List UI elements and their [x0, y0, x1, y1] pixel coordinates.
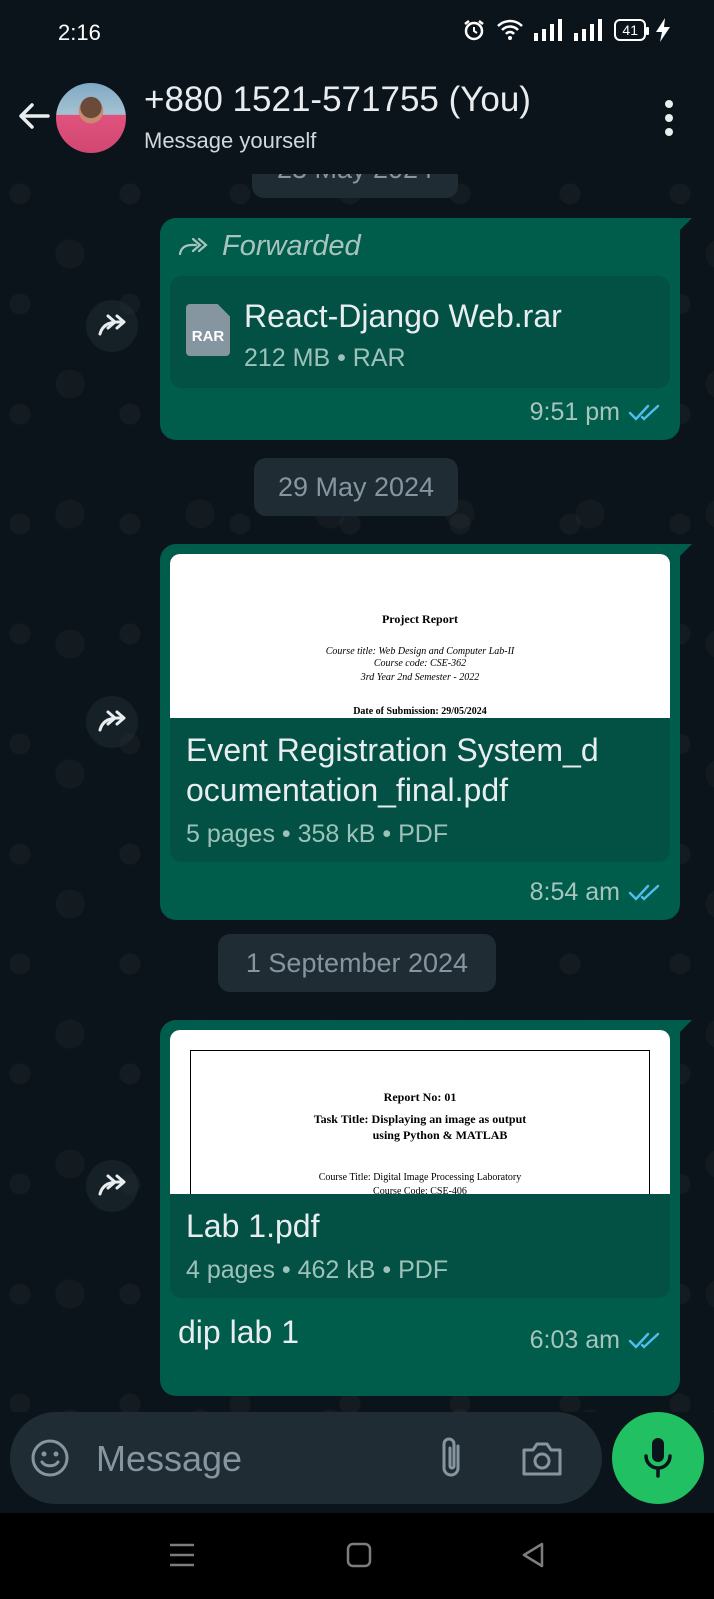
status-bar: 2:16 41 — [0, 0, 714, 66]
message-time: 6:03 am — [530, 1326, 662, 1355]
date-separator: 1 September 2024 — [218, 934, 496, 992]
forward-button[interactable] — [86, 696, 138, 748]
read-receipt-icon — [628, 884, 660, 901]
signal-icon — [534, 19, 563, 41]
rar-file-icon: RAR — [186, 304, 230, 356]
back-nav-icon[interactable] — [520, 1541, 546, 1569]
read-receipt-icon — [628, 1332, 660, 1349]
file-meta: 5 pages • 358 kB • PDF — [186, 820, 449, 848]
forward-icon — [98, 314, 126, 336]
message-time: 9:51 pm — [530, 398, 662, 427]
file-name: React-Django Web.rar — [244, 298, 562, 334]
forward-button[interactable] — [86, 1160, 138, 1212]
contact-name[interactable]: +880 1521-571755 (You) — [144, 80, 531, 120]
forward-icon — [98, 1174, 126, 1196]
document-card[interactable]: Event Registration System_d ocumentation… — [170, 718, 670, 862]
status-icons: 41 — [462, 18, 670, 42]
home-icon[interactable] — [346, 1541, 372, 1569]
recent-apps-icon[interactable] — [168, 1541, 196, 1569]
file-name-line1: Event Registration System_d — [186, 732, 599, 768]
message-bubble[interactable]: Report No: 01 Task Title: Displaying an … — [160, 1020, 692, 1396]
alarm-icon — [464, 20, 485, 41]
date-separator-partial: 23 May 2024 — [252, 174, 458, 198]
camera-icon[interactable] — [520, 1438, 564, 1478]
contact-subtitle[interactable]: Message yourself — [144, 128, 316, 154]
more-options-icon[interactable] — [664, 100, 674, 136]
document-card[interactable]: Lab 1.pdf 4 pages • 462 kB • PDF — [170, 1194, 670, 1298]
status-time: 2:16 — [58, 20, 101, 45]
message-time: 8:54 am — [530, 878, 662, 907]
charging-icon — [656, 18, 670, 42]
file-meta: 212 MB • RAR — [244, 344, 406, 372]
attach-icon[interactable] — [436, 1434, 468, 1482]
file-name-line2: ocumentation_final.pdf — [186, 772, 508, 808]
document-preview[interactable]: Report No: 01 Task Title: Displaying an … — [170, 1030, 670, 1194]
message-caption: dip lab 1 — [178, 1314, 299, 1350]
document-preview[interactable]: Project Report Course title: Web Design … — [170, 554, 670, 718]
chat-area[interactable]: 23 May 2024 Forwarded RAR React-Django W… — [0, 174, 714, 1412]
system-navigation-bar — [0, 1513, 714, 1599]
voice-message-button[interactable] — [612, 1412, 704, 1504]
battery-indicator: 41 — [614, 19, 649, 41]
chat-header: +880 1521-571755 (You) Message yourself — [0, 66, 714, 174]
forwarded-icon — [178, 237, 208, 255]
message-input-bar[interactable]: Message — [10, 1412, 602, 1504]
forward-button[interactable] — [86, 300, 138, 352]
message-input[interactable]: Message — [96, 1438, 242, 1480]
document-card[interactable]: RAR React-Django Web.rar 212 MB • RAR — [170, 276, 670, 388]
read-receipt-icon — [628, 404, 660, 421]
forward-icon — [98, 710, 126, 732]
microphone-icon — [644, 1438, 672, 1478]
forwarded-label: Forwarded — [178, 230, 361, 263]
emoji-icon[interactable] — [30, 1438, 70, 1478]
message-bubble[interactable]: Project Report Course title: Web Design … — [160, 544, 692, 920]
signal-icon-2 — [574, 19, 603, 41]
back-arrow-icon[interactable] — [14, 96, 54, 136]
message-bubble[interactable]: Forwarded RAR React-Django Web.rar 212 M… — [160, 218, 692, 440]
date-separator: 29 May 2024 — [254, 458, 458, 516]
file-name: Lab 1.pdf — [186, 1208, 320, 1244]
file-meta: 4 pages • 462 kB • PDF — [186, 1256, 449, 1284]
contact-avatar[interactable] — [56, 83, 126, 153]
wifi-icon — [497, 19, 524, 40]
